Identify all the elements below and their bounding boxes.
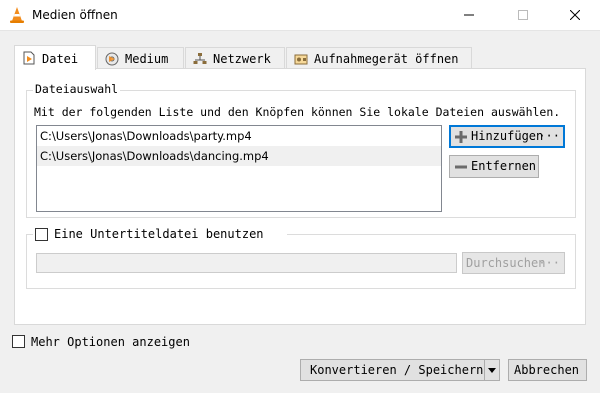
minimize-button[interactable] xyxy=(446,0,492,31)
close-button[interactable] xyxy=(552,0,598,31)
tab-medium[interactable]: Medium xyxy=(97,47,184,69)
subtitle-checkbox-label: Eine Untertiteldatei benutzen xyxy=(54,227,264,241)
title-bar: Medien öffnen xyxy=(0,0,600,31)
more-dots: ··· xyxy=(538,256,560,270)
more-options-label: Mehr Optionen anzeigen xyxy=(31,335,190,349)
file-selection-group: Dateiauswahl Mit der folgenden Liste und… xyxy=(26,82,576,218)
convert-dropdown-button[interactable] xyxy=(484,359,500,381)
subtitle-checkbox[interactable] xyxy=(35,228,48,241)
minimize-icon xyxy=(464,14,474,16)
file-icon xyxy=(23,51,35,65)
minus-icon xyxy=(455,165,467,169)
vlc-cone-icon xyxy=(10,7,24,23)
browse-subtitle-button: Durchsuchen ··· xyxy=(462,252,565,274)
add-file-button[interactable]: Hinzufügen ··· xyxy=(449,125,565,148)
disc-icon xyxy=(105,52,119,66)
window-title: Medien öffnen xyxy=(32,8,118,22)
tab-label: Datei xyxy=(42,52,79,66)
file-selection-description: Mit der folgenden Liste und den Knöpfen … xyxy=(34,105,561,119)
tab-panel-datei: Dateiauswahl Mit der folgenden Liste und… xyxy=(14,68,586,325)
plus-icon xyxy=(455,131,467,143)
maximize-button[interactable] xyxy=(500,0,546,31)
add-file-label: Hinzufügen xyxy=(471,129,544,143)
remove-file-button[interactable]: Entfernen xyxy=(449,155,539,178)
close-icon xyxy=(570,10,580,20)
convert-save-button[interactable]: Konvertieren / Speichern xyxy=(300,359,485,381)
list-item[interactable]: C:\Users\Jonas\Downloads\party.mp4 xyxy=(37,126,441,146)
capture-device-icon xyxy=(294,54,308,65)
chevron-down-icon xyxy=(488,368,496,373)
tab-label: Medium xyxy=(125,52,169,66)
browse-label: Durchsuchen xyxy=(466,256,546,270)
cancel-label: Abbrechen xyxy=(514,363,580,377)
more-dots: ··· xyxy=(538,129,560,143)
network-icon xyxy=(193,53,207,64)
maximize-icon xyxy=(518,10,528,20)
tab-aufnahmegeraet[interactable]: Aufnahmegerät öffnen xyxy=(286,47,472,69)
file-list[interactable]: C:\Users\Jonas\Downloads\party.mp4 C:\Us… xyxy=(36,125,442,212)
subtitle-file-field xyxy=(36,253,457,273)
more-options-checkbox[interactable] xyxy=(12,335,25,348)
tab-netzwerk[interactable]: Netzwerk xyxy=(185,47,285,69)
subtitle-group: Eine Untertiteldatei benutzen Durchsuche… xyxy=(26,226,576,289)
group-title: Dateiauswahl xyxy=(33,82,121,96)
subtitle-group-header: Eine Untertiteldatei benutzen xyxy=(33,226,287,243)
cancel-button[interactable]: Abbrechen xyxy=(508,359,587,381)
tab-datei[interactable]: Datei xyxy=(14,45,96,70)
list-item[interactable]: C:\Users\Jonas\Downloads\dancing.mp4 xyxy=(37,146,441,166)
remove-file-label: Entfernen xyxy=(471,159,537,173)
tab-label: Aufnahmegerät öffnen xyxy=(314,52,459,66)
convert-save-label: Konvertieren / Speichern xyxy=(310,363,484,377)
tab-label: Netzwerk xyxy=(213,52,271,66)
